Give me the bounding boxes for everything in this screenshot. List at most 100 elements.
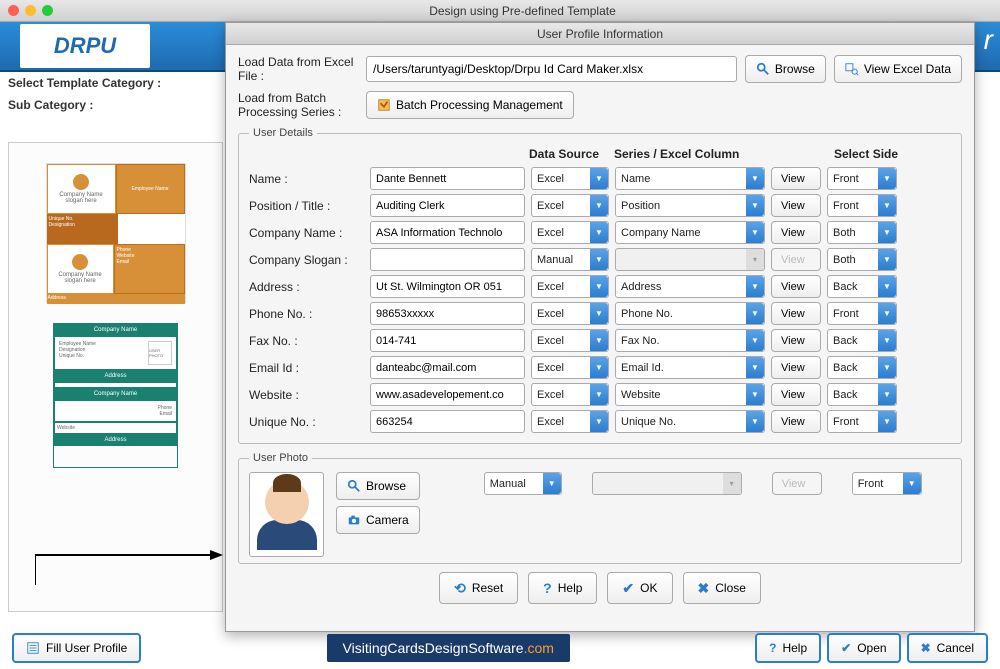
chevron-down-icon: ▼ [903,473,921,494]
side-select[interactable]: Both▼ [827,248,897,271]
bottom-help-button[interactable]: ?Help [755,633,821,663]
field-value-input[interactable] [370,275,525,298]
data-source-select[interactable]: Excel▼ [531,221,609,244]
template-thumbnail-2[interactable]: Company Name Employee NameDesignationUni… [53,323,178,468]
field-row: Address : Excel▼ Address▼ View Back▼ [249,275,951,298]
camera-button[interactable]: Camera [336,506,420,534]
check-icon: ✔ [622,580,634,597]
browse-button[interactable]: Browse [745,55,826,83]
chevron-down-icon: ▼ [590,276,608,297]
data-source-select[interactable]: Excel▼ [531,356,609,379]
view-button[interactable]: View [771,329,821,352]
series-column-select[interactable]: Website▼ [615,383,765,406]
view-button[interactable]: View [771,221,821,244]
view-button[interactable]: View [771,383,821,406]
camera-icon [347,513,361,527]
series-column-select[interactable]: Position▼ [615,194,765,217]
series-column-select[interactable]: Company Name▼ [615,221,765,244]
field-value-input[interactable] [370,302,525,325]
data-source-select[interactable]: Excel▼ [531,329,609,352]
field-value-input[interactable] [370,194,525,217]
side-select[interactable]: Front▼ [827,302,897,325]
view-button[interactable]: View [771,302,821,325]
user-photo-legend: User Photo [249,452,312,464]
bottom-open-button[interactable]: ✔Open [827,633,900,663]
chevron-down-icon: ▼ [746,222,764,243]
field-value-input[interactable] [370,410,525,433]
series-column-select[interactable]: Address▼ [615,275,765,298]
bottom-cancel-button[interactable]: ✖Cancel [907,633,988,663]
view-button[interactable]: View [771,194,821,217]
side-select[interactable]: Back▼ [827,356,897,379]
field-value-input[interactable] [370,248,525,271]
data-source-select[interactable]: Excel▼ [531,383,609,406]
chevron-down-icon: ▾ [746,249,764,270]
field-value-input[interactable] [370,221,525,244]
excel-path-input[interactable] [366,56,737,82]
data-source-select[interactable]: Excel▼ [531,410,609,433]
data-source-select[interactable]: Excel▼ [531,167,609,190]
minimize-window-icon[interactable] [25,5,36,16]
photo-data-source-select[interactable]: Manual▼ [484,472,562,495]
chevron-down-icon: ▼ [878,276,896,297]
dialog-footer: ⟲Reset ?Help ✔OK ✖Close [238,572,962,604]
chevron-down-icon: ▼ [878,330,896,351]
field-value-input[interactable] [370,329,525,352]
help-button[interactable]: ?Help [528,572,597,604]
side-select[interactable]: Front▼ [827,410,897,433]
series-column-select[interactable]: Unique No.▼ [615,410,765,433]
field-row: Phone No. : Excel▼ Phone No.▼ View Front… [249,302,951,325]
side-select[interactable]: Back▼ [827,329,897,352]
template-thumbnail-1[interactable]: Company Nameslogan here Employee Name Un… [46,163,186,303]
maximize-window-icon[interactable] [42,5,53,16]
data-source-select[interactable]: Excel▼ [531,275,609,298]
view-button[interactable]: View [771,167,821,190]
data-source-select[interactable]: Excel▼ [531,194,609,217]
field-value-input[interactable] [370,383,525,406]
help-icon: ? [769,641,776,655]
search-icon [756,62,770,76]
field-row: Company Slogan : Manual▼ ▾ View Both▼ [249,248,951,271]
ok-button[interactable]: ✔OK [607,572,672,604]
chevron-down-icon: ▼ [878,195,896,216]
side-select[interactable]: Back▼ [827,275,897,298]
chevron-down-icon: ▼ [746,303,764,324]
field-label: Unique No. : [249,415,364,429]
help-icon: ? [543,580,552,596]
close-button[interactable]: ✖Close [683,572,761,604]
data-source-select[interactable]: Excel▼ [531,302,609,325]
series-column-select[interactable]: Fax No.▼ [615,329,765,352]
series-column-select[interactable]: Phone No.▼ [615,302,765,325]
field-label: Fax No. : [249,334,364,348]
chevron-down-icon: ▼ [590,168,608,189]
template-list: Company Nameslogan here Employee Name Un… [8,142,223,612]
close-window-icon[interactable] [8,5,19,16]
view-excel-button[interactable]: View Excel Data [834,55,962,83]
data-source-select[interactable]: Manual▼ [531,248,609,271]
fill-user-profile-button[interactable]: Fill User Profile [12,633,141,663]
side-select[interactable]: Front▼ [827,167,897,190]
batch-processing-button[interactable]: Batch Processing Management [366,91,574,119]
chevron-down-icon: ▼ [746,411,764,432]
chevron-down-icon: ▼ [590,411,608,432]
field-row: Email Id : Excel▼ Email Id.▼ View Back▼ [249,356,951,379]
view-button[interactable]: View [771,275,821,298]
series-column-select[interactable]: Name▼ [615,167,765,190]
chevron-down-icon: ▼ [543,473,561,494]
photo-series-select: ▾ [592,472,742,495]
photo-browse-button[interactable]: Browse [336,472,420,500]
photo-preview [249,472,324,557]
reset-button[interactable]: ⟲Reset [439,572,518,604]
view-button[interactable]: View [771,356,821,379]
titlebar: Design using Pre-defined Template [0,0,1000,22]
field-value-input[interactable] [370,356,525,379]
side-select[interactable]: Both▼ [827,221,897,244]
photo-side-select[interactable]: Front▼ [852,472,922,495]
field-label: Company Name : [249,226,364,240]
side-select[interactable]: Back▼ [827,383,897,406]
field-value-input[interactable] [370,167,525,190]
series-column-select[interactable]: Email Id.▼ [615,356,765,379]
view-button[interactable]: View [771,410,821,433]
series-column-header: Series / Excel Column [614,147,769,161]
side-select[interactable]: Front▼ [827,194,897,217]
